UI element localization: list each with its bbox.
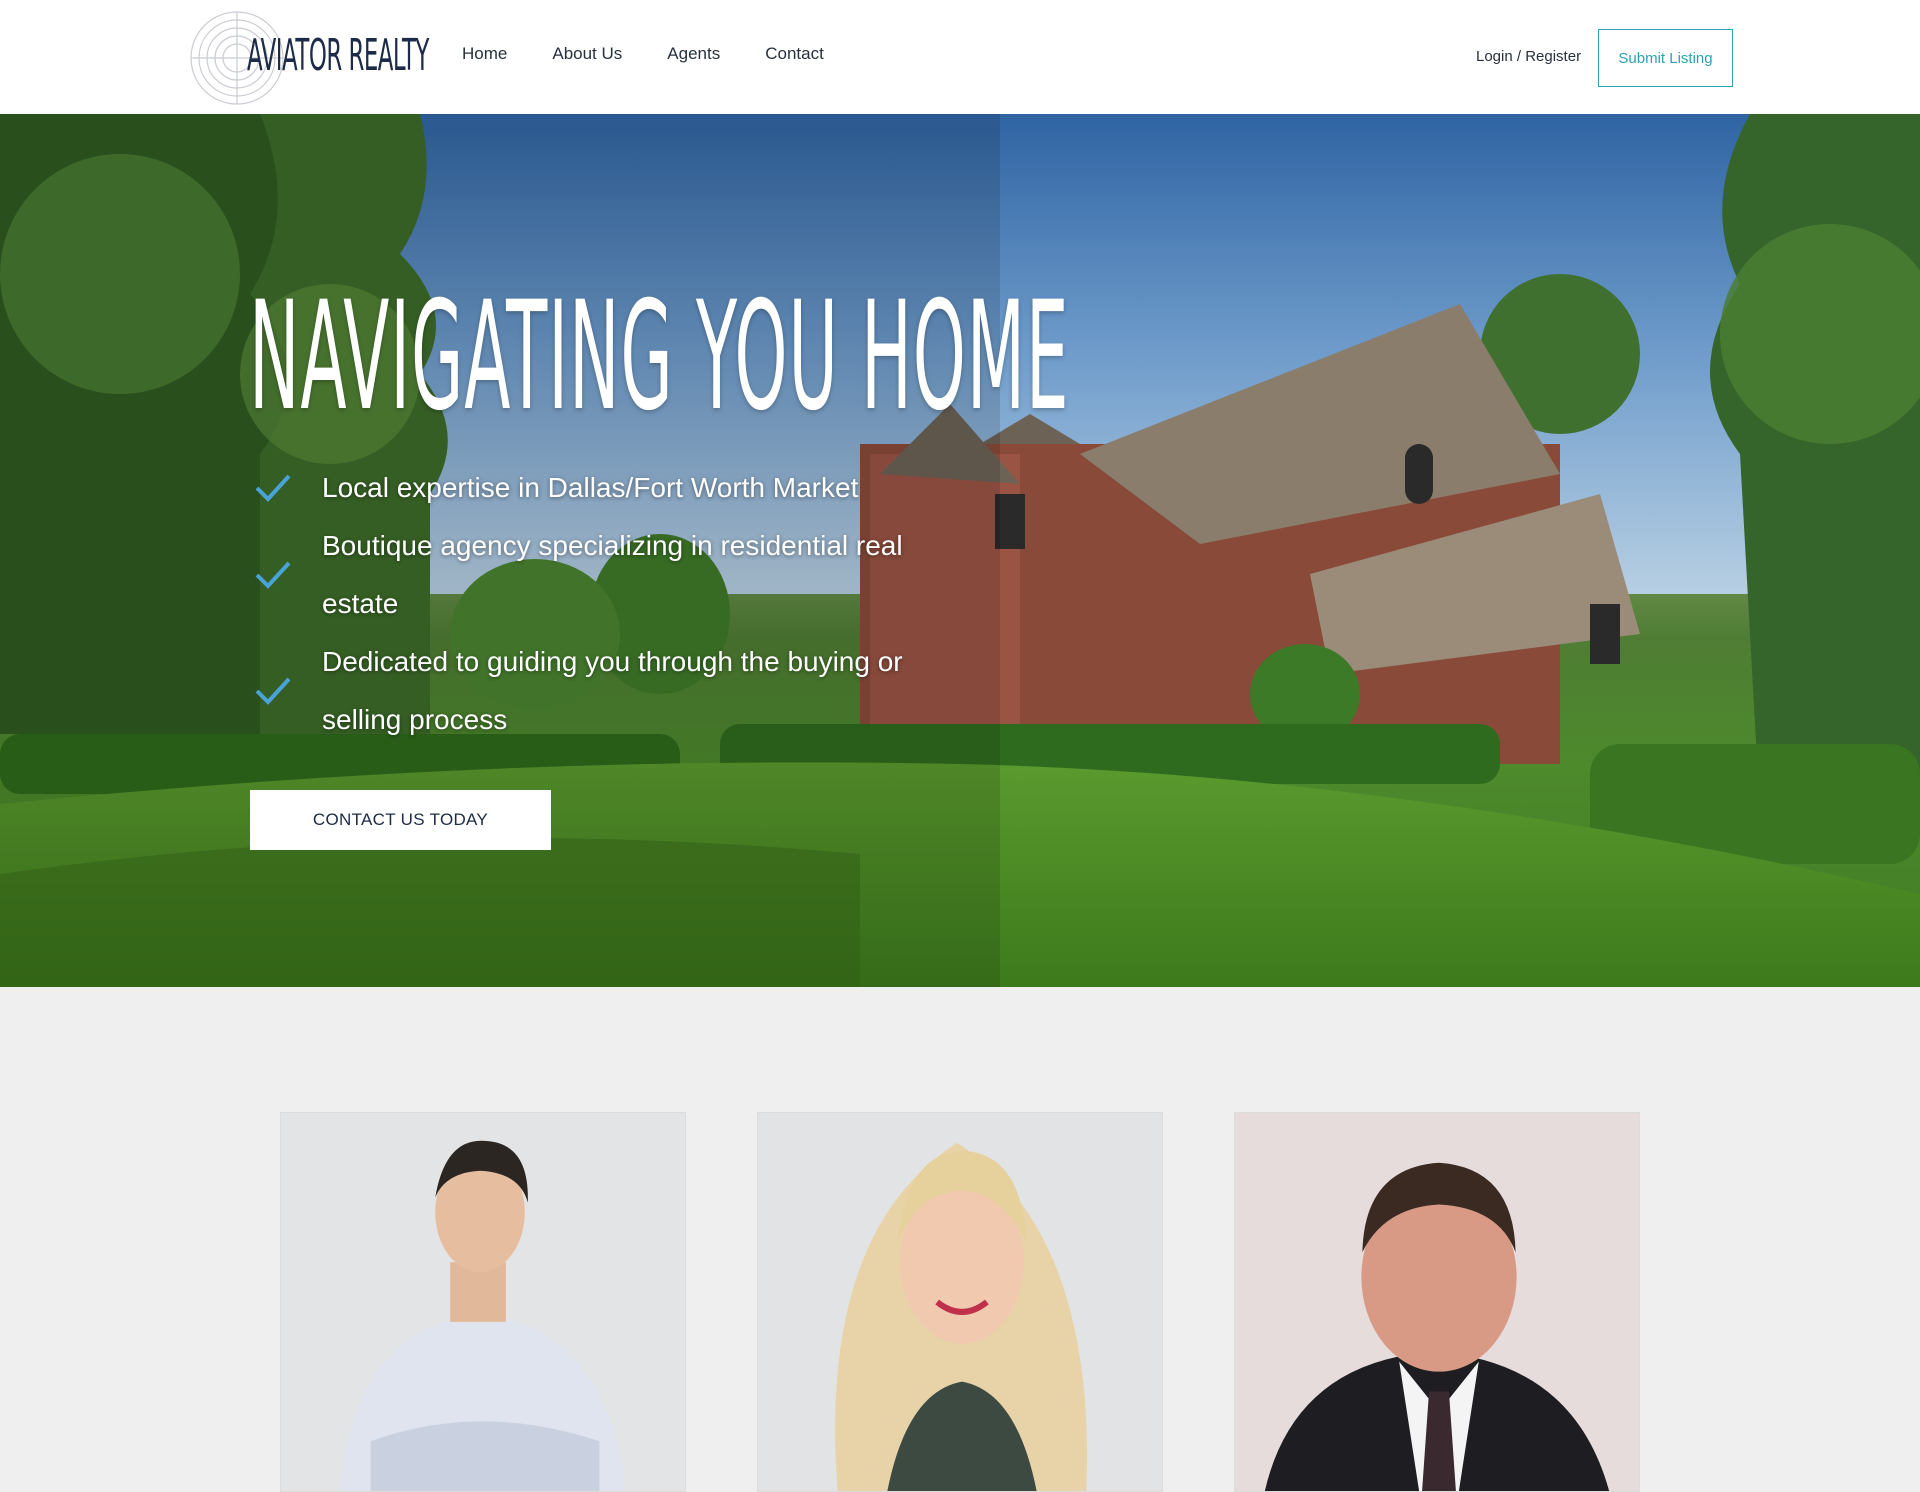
- checklist-item: Local expertise in Dallas/Fort Worth Mar…: [255, 459, 955, 517]
- agent-card[interactable]: [1234, 1112, 1640, 1492]
- hero-banner: NAVIGATING YOU HOME Local expertise in D…: [0, 114, 1920, 987]
- agent-card[interactable]: [280, 1112, 686, 1492]
- checkmark-icon: [255, 677, 291, 705]
- nav-contact[interactable]: Contact: [765, 44, 824, 64]
- checklist-item: Boutique agency specializing in resident…: [255, 517, 955, 633]
- checklist-item: Dedicated to guiding you through the buy…: [255, 633, 955, 749]
- submit-listing-button[interactable]: Submit Listing: [1598, 29, 1733, 87]
- agent-photo-man-suit: [1235, 1113, 1639, 1491]
- logo-wordmark: AVIATOR REALTY: [247, 30, 429, 81]
- nav-about-us[interactable]: About Us: [552, 44, 622, 64]
- site-header: AVIATOR REALTY Home About Us Agents Cont…: [0, 0, 1920, 114]
- checklist-text: Boutique agency specializing in resident…: [322, 530, 903, 619]
- agent-card[interactable]: [757, 1112, 1163, 1492]
- checklist-text: Dedicated to guiding you through the buy…: [322, 646, 903, 735]
- login-register-link[interactable]: Login / Register: [1476, 48, 1581, 65]
- nav-agents[interactable]: Agents: [667, 44, 720, 64]
- nav-home[interactable]: Home: [462, 44, 507, 64]
- main-nav: Home About Us Agents Contact: [462, 44, 869, 64]
- agents-section: [0, 987, 1920, 1492]
- agent-photo-woman-blonde: [758, 1113, 1162, 1491]
- hero-heading: NAVIGATING YOU HOME: [249, 270, 1070, 444]
- hero-checklist: Local expertise in Dallas/Fort Worth Mar…: [255, 459, 955, 749]
- agent-photo-man-plaid-shirt: [281, 1113, 685, 1491]
- site-logo[interactable]: AVIATOR REALTY: [189, 8, 429, 106]
- checkmark-icon: [255, 474, 291, 502]
- checkmark-icon: [255, 561, 291, 589]
- contact-us-button[interactable]: CONTACT US TODAY: [250, 790, 551, 850]
- checklist-text: Local expertise in Dallas/Fort Worth Mar…: [322, 472, 859, 503]
